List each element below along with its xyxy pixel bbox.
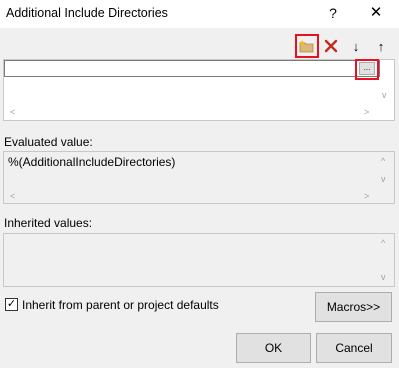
evaluated-scroll-right[interactable]: > [364, 191, 369, 201]
inherit-checkbox-label[interactable]: Inherit from parent or project defaults [22, 298, 219, 312]
browse-highlight-box [355, 59, 379, 80]
inherited-label: Inherited values: [4, 216, 93, 230]
list-scroll-right[interactable]: > [364, 107, 369, 117]
cancel-button[interactable]: Cancel [316, 333, 392, 363]
new-line-button[interactable] [295, 34, 319, 58]
window-title: Additional Include Directories [6, 6, 168, 20]
inherited-box: ^ v [3, 233, 395, 287]
inherited-scroll-down[interactable]: v [381, 272, 386, 282]
delete-x-icon [324, 39, 338, 53]
evaluated-label: Evaluated value: [4, 135, 93, 149]
close-button[interactable]: ✕ [364, 3, 388, 23]
list-scroll-left[interactable]: < [10, 107, 15, 117]
new-folder-icon [299, 40, 314, 53]
inherit-checkbox[interactable]: ✓ [5, 298, 18, 311]
evaluated-scroll-up[interactable]: ^ [381, 156, 385, 166]
help-button[interactable]: ? [322, 3, 344, 23]
directory-edit-field[interactable] [4, 60, 380, 77]
move-up-button[interactable]: ↑ [371, 36, 391, 56]
list-scroll-down[interactable]: v [382, 90, 387, 100]
evaluated-value: %(AdditionalIncludeDirectories) [8, 155, 176, 169]
title-bar: Additional Include Directories ? ✕ [0, 0, 399, 28]
macros-button[interactable]: Macros>> [315, 292, 392, 322]
evaluated-scroll-down[interactable]: v [381, 174, 386, 184]
inherited-scroll-up[interactable]: ^ [381, 238, 385, 248]
ok-button[interactable]: OK [236, 333, 311, 363]
evaluated-scroll-left[interactable]: < [10, 191, 15, 201]
move-down-button[interactable]: ↓ [346, 36, 366, 56]
evaluated-box: %(AdditionalIncludeDirectories) ^ v < > [3, 151, 395, 204]
delete-button[interactable] [321, 36, 341, 56]
